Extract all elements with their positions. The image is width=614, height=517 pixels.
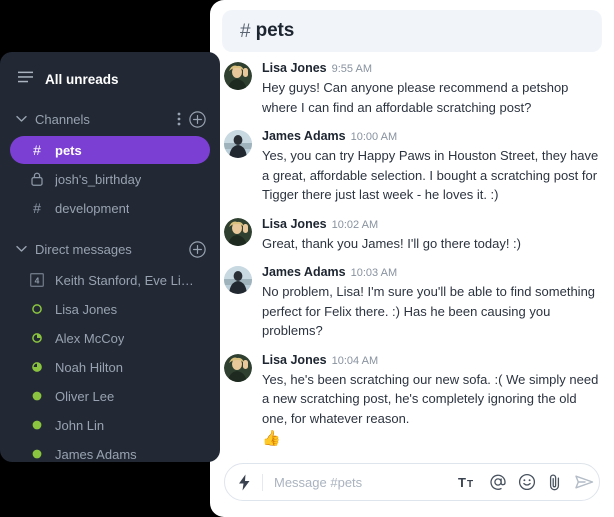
page-title: pets	[255, 20, 295, 41]
section-title: Channels	[35, 111, 90, 127]
sidebar-item-development[interactable]: # development	[10, 194, 210, 222]
avatar[interactable]	[224, 217, 252, 246]
message-meta: Lisa Jones 9:55 AM	[262, 60, 600, 77]
message-body: Lisa Jones 9:55 AM Hey guys! Can anyone p…	[262, 60, 600, 117]
sidebar-item-all-unreads[interactable]: All unreads	[0, 66, 220, 92]
hamburger-icon	[18, 70, 33, 88]
channels-section-header[interactable]: Channels	[0, 106, 220, 132]
group-count-icon: 4	[28, 273, 46, 287]
sidebar-item-label: Keith Stanford, Eve Libe...	[55, 272, 200, 288]
message-item: James Adams 10:00 AM Yes, you can try Hap…	[224, 128, 600, 205]
message-meta: Lisa Jones 10:02 AM	[262, 216, 600, 233]
avatar[interactable]	[224, 266, 252, 294]
message-text: Yes, he's been scratching our new sofa. …	[262, 371, 599, 426]
dm-list: 4 Keith Stanford, Eve Libe... Lisa Jones	[0, 266, 220, 462]
sidebar-item-label: Alex McCoy	[55, 330, 125, 346]
message-time: 10:04 AM	[331, 354, 379, 367]
svg-text:T: T	[467, 479, 473, 490]
message-text: Yes, you can try Happy Paws in Houston S…	[262, 148, 599, 202]
sidebar-item-label: Oliver Lee	[55, 388, 115, 404]
sidebar-item-pets[interactable]: # pets	[10, 136, 210, 164]
send-icon[interactable]	[574, 473, 595, 491]
presence-icon	[28, 361, 46, 373]
channel-header[interactable]: # pets	[222, 10, 602, 52]
avatar[interactable]	[224, 353, 252, 382]
presence-icon	[28, 419, 46, 431]
main-panel: # pets Lisa Jones 9:55 AM Hey guys! Can …	[210, 0, 614, 517]
sidebar-item-label: John Lin	[55, 417, 105, 433]
chevron-down-icon[interactable]	[16, 245, 27, 253]
attachment-icon[interactable]	[547, 473, 563, 492]
message-author: Lisa Jones	[262, 61, 327, 75]
message-input[interactable]	[274, 474, 450, 490]
message-author: Lisa Jones	[262, 216, 327, 231]
plus-circle-icon[interactable]	[189, 240, 206, 258]
chevron-down-icon[interactable]	[16, 115, 27, 123]
message-text: No problem, Lisa! I'm sure you'll be abl…	[262, 284, 596, 338]
sidebar-item-oliver-lee[interactable]: Oliver Lee	[10, 382, 210, 410]
message-composer[interactable]: T T	[224, 463, 600, 501]
sidebar-item-label: Noah Hilton	[55, 359, 123, 375]
message-meta: James Adams 10:00 AM	[262, 128, 600, 145]
sidebar-item-label: Lisa Jones	[55, 301, 118, 317]
lock-icon	[28, 172, 46, 186]
message-author: James Adams	[262, 265, 346, 279]
sidebar-item-james-adams[interactable]: James Adams	[10, 440, 210, 462]
message-item: James Adams 10:03 AM No problem, Lisa! I'…	[224, 264, 600, 341]
message-text: Hey guys! Can anyone please recommend a …	[262, 80, 569, 115]
message-text: Great, thank you James! I'll go there to…	[262, 235, 521, 251]
sidebar-item-alex-mccoy[interactable]: Alex McCoy	[10, 324, 210, 352]
message-time: 10:03 AM	[350, 267, 398, 279]
message-item: Lisa Jones 9:55 AM Hey guys! Can anyone p…	[224, 60, 600, 117]
sidebar-item-label: All unreads	[45, 71, 119, 87]
presence-icon	[28, 448, 46, 460]
svg-text:T: T	[458, 475, 466, 490]
presence-icon	[28, 332, 46, 344]
presence-icon	[28, 303, 46, 315]
message-author: James Adams	[262, 129, 346, 143]
sidebar-item-lisa-jones[interactable]: Lisa Jones	[10, 295, 210, 323]
svg-text:4: 4	[35, 275, 40, 285]
hash-icon: #	[33, 142, 41, 158]
message-meta: Lisa Jones 10:04 AM	[262, 352, 600, 369]
avatar[interactable]	[224, 62, 252, 90]
dm-section-header[interactable]: Direct messages	[0, 236, 220, 262]
message-author: Lisa Jones	[262, 352, 327, 367]
message-list: Lisa Jones 9:55 AM Hey guys! Can anyone p…	[210, 52, 614, 457]
hash-icon: #	[240, 20, 251, 42]
sidebar-item-group-dm[interactable]: 4 Keith Stanford, Eve Libe...	[10, 266, 210, 294]
sidebar-item-label: josh's_birthday	[55, 171, 142, 187]
presence-icon	[28, 390, 46, 402]
message-item: Lisa Jones 10:02 AM Great, thank you Jame…	[224, 216, 600, 254]
app-root: # pets Lisa Jones 9:55 AM Hey guys! Can …	[0, 0, 614, 517]
message-time: 10:02 AM	[331, 218, 379, 231]
sidebar-item-label: James Adams	[55, 446, 137, 462]
message-body: James Adams 10:00 AM Yes, you can try Hap…	[262, 128, 600, 205]
plus-circle-icon[interactable]	[189, 110, 206, 128]
avatar[interactable]	[224, 130, 252, 158]
mention-icon[interactable]	[489, 473, 507, 491]
sidebar: All unreads Channels # pets josh's_birth…	[0, 52, 220, 462]
hash-icon: #	[33, 200, 41, 216]
message-meta: James Adams 10:03 AM	[262, 264, 600, 281]
section-title: Direct messages	[35, 241, 132, 257]
more-vertical-icon[interactable]	[177, 111, 181, 127]
emoji-icon[interactable]	[518, 473, 536, 491]
message-reaction[interactable]: 👍	[262, 429, 600, 449]
message-time: 9:55 AM	[331, 63, 372, 75]
sidebar-item-noah-hilton[interactable]: Noah Hilton	[10, 353, 210, 381]
message-body: James Adams 10:03 AM No problem, Lisa! I'…	[262, 264, 600, 341]
message-item: Lisa Jones 10:04 AM Yes, he's been scratc…	[224, 352, 600, 450]
sidebar-item-john-lin[interactable]: John Lin	[10, 411, 210, 439]
composer-actions: T T	[450, 473, 595, 492]
lightning-bolt-icon[interactable]	[237, 473, 263, 491]
message-body: Lisa Jones 10:02 AM Great, thank you Jame…	[262, 216, 600, 254]
message-body: Lisa Jones 10:04 AM Yes, he's been scratc…	[262, 352, 600, 450]
text-format-icon[interactable]: T T	[458, 474, 478, 490]
sidebar-item-joshs-birthday[interactable]: josh's_birthday	[10, 165, 210, 193]
sidebar-item-label: pets	[55, 142, 82, 158]
message-time: 10:00 AM	[350, 131, 398, 143]
composer-container: T T	[210, 457, 614, 517]
sidebar-item-label: development	[55, 200, 130, 216]
